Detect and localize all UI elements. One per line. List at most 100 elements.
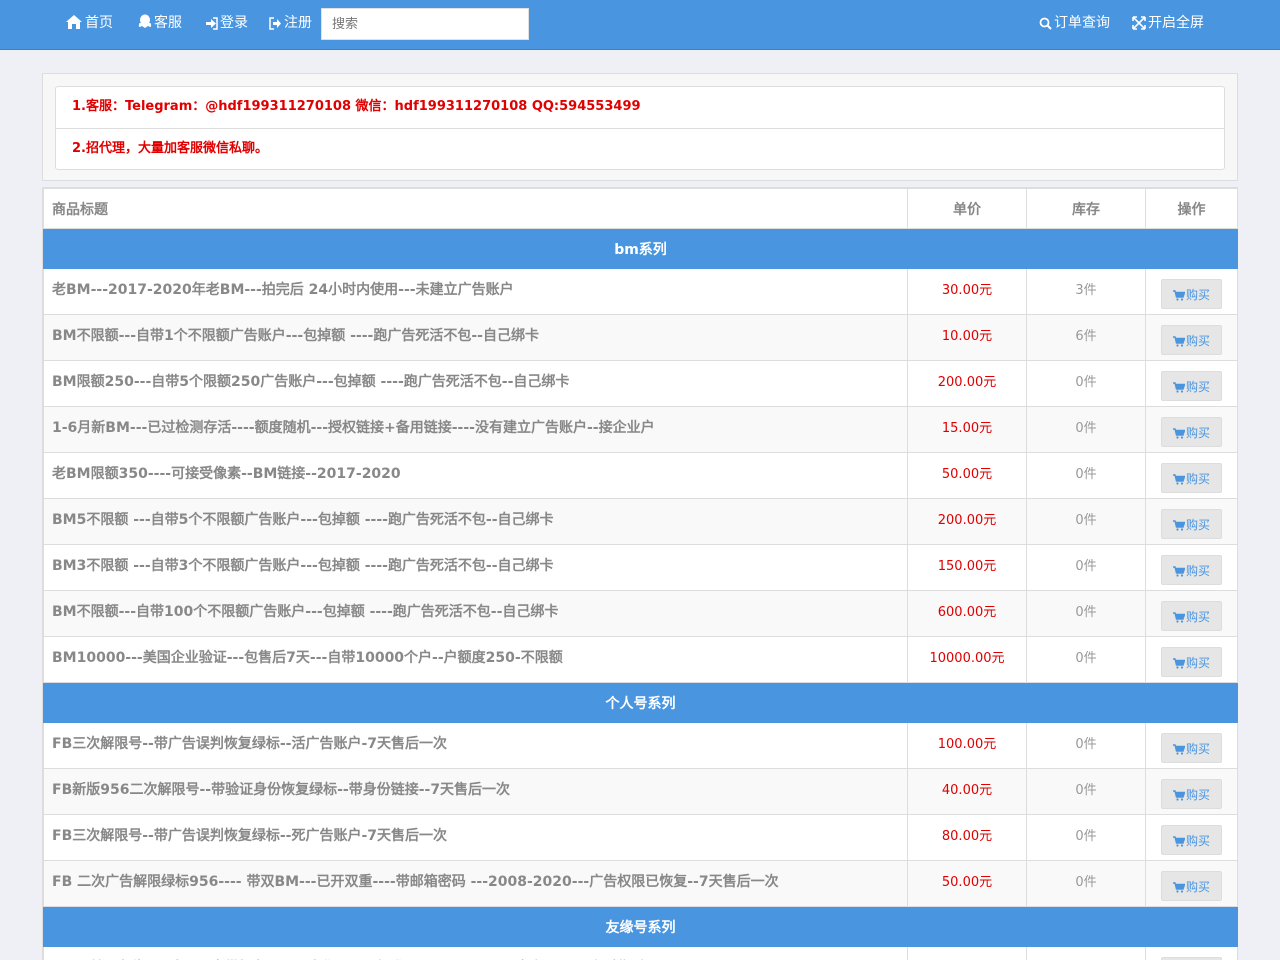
product-stock: 0件 (1026, 722, 1146, 769)
table-row: BM限额250---自带5个限额250广告账户---包掉额 ----跑广告死活不… (43, 360, 1238, 407)
product-stock: 0件 (1026, 860, 1146, 907)
product-price: 150.00元 (907, 544, 1027, 591)
qq-icon (138, 14, 152, 28)
buy-button[interactable]: 购买 (1161, 733, 1222, 763)
product-price: 10.00元 (907, 314, 1027, 361)
notice-list: 1.客服：Telegram：@hdf199311270108 微信：hdf199… (55, 86, 1225, 170)
table-row: BM10000---美国企业验证---包售后7天---自带10000个户--户额… (43, 636, 1238, 683)
category-row: 个人号系列 (43, 682, 1238, 723)
table-row: 老BM限额350----可接受像素--BM链接--2017-2020 50.00元… (43, 452, 1238, 499)
product-action-cell: 购买 (1145, 590, 1238, 637)
product-action-cell: 购买 (1145, 768, 1238, 815)
buy-button[interactable]: 购买 (1161, 325, 1222, 355)
table-row: FB---美国友缘号--老号--自带好友----双重登入-----包登入---2… (43, 946, 1238, 960)
product-title: 老BM限额350----可接受像素--BM链接--2017-2020 (43, 452, 908, 499)
nav-register-link[interactable]: 注册 (269, 0, 312, 46)
buy-button-label: 购买 (1185, 518, 1210, 532)
product-action-cell: 购买 (1145, 360, 1238, 407)
fullscreen-toggle[interactable]: 开启全屏 (1132, 0, 1204, 46)
order-query-label: 订单查询 (1054, 15, 1110, 31)
buy-button-label: 购买 (1185, 288, 1210, 302)
product-title: BM3不限额 ---自带3个不限额广告账户---包掉额 ----跑广告死活不包-… (43, 544, 908, 591)
buy-button[interactable]: 购买 (1161, 825, 1222, 855)
product-action-cell: 购买 (1145, 314, 1238, 361)
product-title: FB---美国友缘号--老号--自带好友----双重登入-----包登入---2… (43, 946, 908, 960)
order-query-link[interactable]: 订单查询 (1039, 0, 1110, 46)
buy-button[interactable]: 购买 (1161, 555, 1222, 585)
notice-item: 2.招代理，大量加客服微信私聊。 (56, 128, 1224, 169)
buy-button[interactable]: 购买 (1161, 779, 1222, 809)
product-title: BM限额250---自带5个限额250广告账户---包掉额 ----跑广告死活不… (43, 360, 908, 407)
buy-button[interactable]: 购买 (1161, 463, 1222, 493)
product-price: 600.00元 (907, 590, 1027, 637)
product-title: FB三次解限号--带广告误判恢复绿标--死广告账户-7天售后一次 (43, 814, 908, 861)
fullscreen-icon (1132, 16, 1146, 30)
product-price: 30.00元 (907, 268, 1027, 315)
product-price: 70.00元 (907, 946, 1027, 960)
product-title: FB 二次广告解限绿标956---- 带双BM---已开双重----带邮箱密码 … (43, 860, 908, 907)
nav-home-link[interactable]: 首页 (65, 0, 113, 46)
cart-icon (1172, 290, 1186, 301)
nav-service-link[interactable]: 客服 (138, 0, 182, 46)
cart-icon (1172, 790, 1186, 801)
product-title: 1-6月新BM---已过检测存活----额度随机---授权链接+备用链接----… (43, 406, 908, 453)
header-title: 商品标题 (43, 188, 908, 229)
buy-button-label: 购买 (1185, 834, 1210, 848)
top-navbar: 首页 客服 登录 注册 订单查询 开启全屏 (0, 0, 1280, 50)
nav-register-label: 注册 (284, 15, 312, 31)
cart-icon (1172, 658, 1186, 669)
login-icon (206, 17, 218, 30)
notice-item: 1.客服：Telegram：@hdf199311270108 微信：hdf199… (72, 99, 641, 114)
product-title: BM10000---美国企业验证---包售后7天---自带10000个户--户额… (43, 636, 908, 683)
product-table-body: bm系列 老BM---2017-2020年老BM---拍完后 24小时内使用---… (43, 228, 1238, 960)
nav-login-link[interactable]: 登录 (205, 0, 248, 46)
cart-icon (1172, 566, 1186, 577)
search-icon (1039, 17, 1052, 30)
product-price: 100.00元 (907, 722, 1027, 769)
product-stock: 0件 (1026, 406, 1146, 453)
buy-button[interactable]: 购买 (1161, 871, 1222, 901)
product-price: 40.00元 (907, 768, 1027, 815)
cart-icon (1172, 882, 1186, 893)
buy-button[interactable]: 购买 (1161, 371, 1222, 401)
category-row: 友缘号系列 (43, 906, 1238, 947)
cart-icon (1172, 744, 1186, 755)
header-stock: 库存 (1026, 188, 1146, 229)
product-stock: 3件 (1026, 268, 1146, 315)
product-title: BM5不限额 ---自带5个不限额广告账户---包掉额 ----跑广告死活不包-… (43, 498, 908, 545)
product-price: 80.00元 (907, 814, 1027, 861)
product-title: 老BM---2017-2020年老BM---拍完后 24小时内使用---未建立广… (43, 268, 908, 315)
buy-button-label: 购买 (1185, 656, 1210, 670)
buy-button-label: 购买 (1185, 788, 1210, 802)
product-action-cell: 购买 (1145, 452, 1238, 499)
buy-button-label: 购买 (1185, 742, 1210, 756)
product-action-cell: 购买 (1145, 544, 1238, 591)
header-price: 单价 (907, 188, 1027, 229)
table-row: FB新版956二次解限号--带验证身份恢复绿标--带身份链接--7天售后一次 40… (43, 768, 1238, 815)
fullscreen-label: 开启全屏 (1148, 15, 1204, 31)
cart-icon (1172, 428, 1186, 439)
product-stock: 0件 (1026, 452, 1146, 499)
buy-button[interactable]: 购买 (1161, 601, 1222, 631)
table-row: BM不限额---自带1个不限额广告账户---包掉额 ----跑广告死活不包--自… (43, 314, 1238, 361)
buy-button[interactable]: 购买 (1161, 279, 1222, 309)
buy-button[interactable]: 购买 (1161, 647, 1222, 677)
buy-button-label: 购买 (1185, 426, 1210, 440)
cart-icon (1172, 336, 1186, 347)
product-stock: 0件 (1026, 498, 1146, 545)
buy-button[interactable]: 购买 (1161, 509, 1222, 539)
product-price: 50.00元 (907, 452, 1027, 499)
product-price: 15.00元 (907, 406, 1027, 453)
product-action-cell: 购买 (1145, 268, 1238, 315)
table-row: FB三次解限号--带广告误判恢复绿标--死广告账户-7天售后一次 80.00元 0件… (43, 814, 1238, 861)
buy-button-label: 购买 (1185, 564, 1210, 578)
product-title: BM不限额---自带1个不限额广告账户---包掉额 ----跑广告死活不包--自… (43, 314, 908, 361)
search-input[interactable] (321, 8, 529, 40)
cart-icon (1172, 520, 1186, 531)
product-price: 10000.00元 (907, 636, 1027, 683)
cart-icon (1172, 612, 1186, 623)
product-table: 商品标题 单价 库存 操作 bm系列 老BM---2017-2020年老BM---… (43, 188, 1238, 960)
product-title: BM不限额---自带100个不限额广告账户---包掉额 ----跑广告死活不包-… (43, 590, 908, 637)
product-action-cell: 购买 (1145, 406, 1238, 453)
buy-button[interactable]: 购买 (1161, 417, 1222, 447)
